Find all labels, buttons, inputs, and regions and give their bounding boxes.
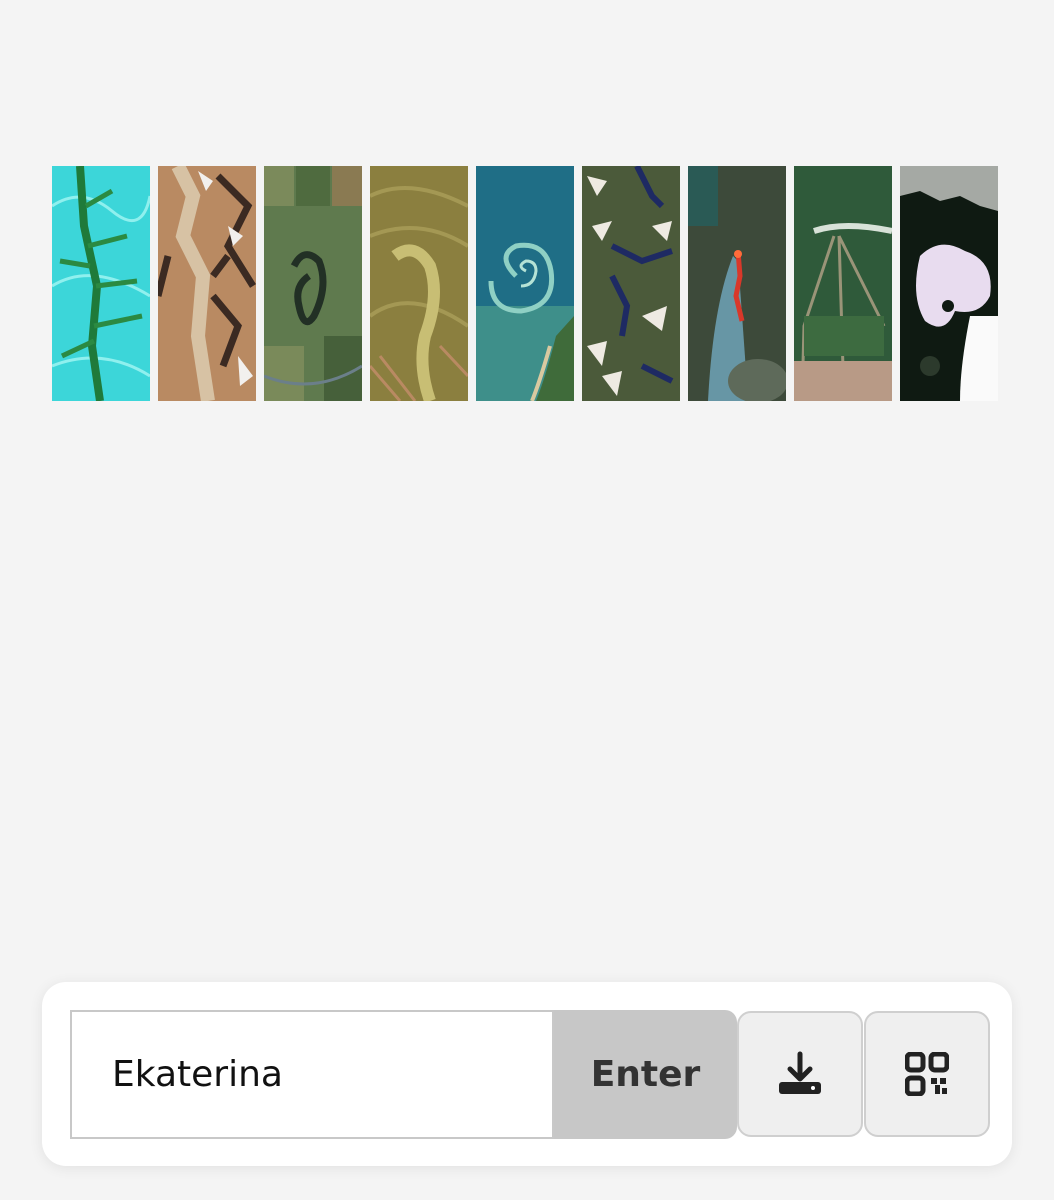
download-button[interactable] (737, 1011, 863, 1137)
satellite-tile-wildfire-smoke (688, 166, 786, 401)
qr-code-icon (905, 1052, 949, 1096)
satellite-tile-olive-delta (370, 166, 468, 401)
qr-code-button[interactable] (864, 1011, 990, 1137)
enter-button[interactable]: Enter (554, 1010, 737, 1139)
name-input[interactable] (70, 1010, 554, 1139)
satellite-tile-cyan-valley (52, 166, 150, 401)
satellite-tile-forest-clearing (794, 166, 892, 401)
satellite-tile-frozen-forest (900, 166, 998, 401)
satellite-image-strip (52, 166, 1002, 401)
input-bar: Enter (42, 982, 1012, 1166)
satellite-tile-mountain-ridges (158, 166, 256, 401)
satellite-tile-snowy-lakes (582, 166, 680, 401)
satellite-tile-farm-fields (264, 166, 362, 401)
satellite-tile-ocean-swirl (476, 166, 574, 401)
download-icon (776, 1050, 824, 1098)
